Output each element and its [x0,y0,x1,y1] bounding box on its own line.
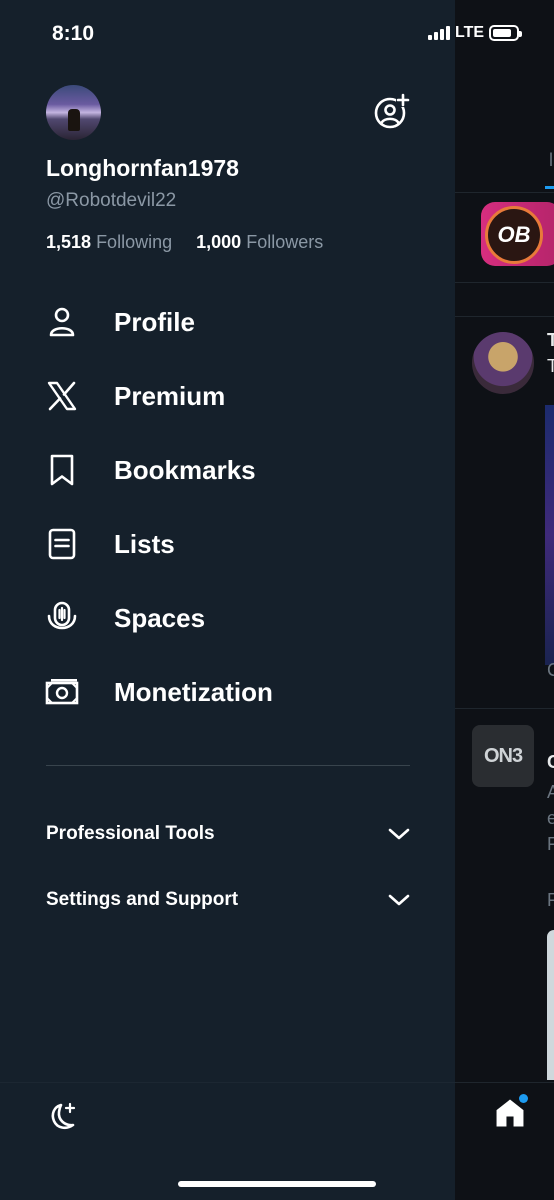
chevron-down-icon [388,828,410,840]
battery-icon [489,25,523,41]
menu-item-label: Monetization [114,676,273,707]
account-avatar[interactable] [46,85,101,140]
followers-count: 1,000 [196,232,242,252]
feed-post-author-fragment: T [547,330,554,350]
menu-item-lists[interactable]: Lists [44,519,424,569]
status-indicators: LTE [428,24,523,42]
feed-header-divider [455,192,554,193]
side-drawer: 8:10 LTE Longhornfan1978 @Robotdevil22 1… [0,0,523,1200]
feed-row-divider [455,708,554,709]
feed-post-media[interactable] [545,405,554,665]
section-settings-support[interactable]: Settings and Support [46,882,410,918]
feed-post-action-fragment: C [547,660,554,680]
home-indicator[interactable] [178,1181,376,1187]
notification-dot [519,1094,528,1103]
add-account-icon[interactable] [372,93,410,131]
feed-post-media[interactable] [547,930,554,1080]
chevron-down-icon [388,894,410,906]
menu-item-label: Profile [114,306,195,337]
menu-item-label: Spaces [114,602,206,633]
bookmark-icon [50,454,74,486]
signal-icon [428,26,450,40]
menu-item-spaces[interactable]: Spaces [44,593,424,643]
menu-item-label: Lists [114,528,175,559]
following-link[interactable]: 1,518 Following [46,232,177,252]
spaces-mic-icon [47,601,77,630]
menu-item-bookmarks[interactable]: Bookmarks [44,445,424,495]
list-icon [48,528,76,560]
following-count: 1,518 [46,232,92,252]
following-label: Following [96,232,173,252]
person-icon [49,307,75,337]
feed-post-avatar[interactable] [472,332,534,394]
moon-sparkle-icon[interactable] [46,1100,80,1134]
display-name[interactable]: Longhornfan1978 [46,155,239,182]
menu-item-premium[interactable]: Premium [44,371,424,421]
followers-link[interactable]: 1,000 Followers [196,232,323,252]
feed-post-text-fragment: F [547,834,554,854]
feed-promo-badge: OB [485,206,543,264]
follow-stats: 1,518 Following 1,000 Followers [46,232,323,253]
feed-post-text-fragment: A [547,782,554,802]
feed-tab-indicator [545,186,554,189]
section-label: Settings and Support [46,889,239,910]
money-icon [45,679,79,705]
feed-post-text-fragment: e [547,808,554,828]
feed-tab-fragment: l [549,150,553,170]
on3-logo-text: ON3 [483,744,523,767]
background-feed: l OB T T C ⟲ ON3 C A e F F [455,0,554,1200]
status-time: 8:10 [52,22,95,45]
menu-item-profile[interactable]: Profile [44,297,424,347]
menu-item-label: Premium [114,380,226,411]
x-logo-icon [47,381,77,411]
network-label: LTE [455,24,485,41]
followers-label: Followers [246,232,324,252]
menu-item-label: Bookmarks [114,454,256,485]
feed-post-text-fragment: T [547,356,554,376]
menu-divider [46,765,410,766]
menu-item-monetization[interactable]: Monetization [44,667,424,717]
account-handle: @Robotdevil22 [46,190,177,211]
feed-row-divider [455,316,554,317]
section-label: Professional Tools [46,823,215,844]
feed-post-text-fragment: F [547,890,554,910]
section-professional-tools[interactable]: Professional Tools [46,816,410,852]
feed-post-author-fragment: C [547,752,554,772]
feed-post-avatar-on3[interactable]: ON3 [472,725,534,787]
feed-row-divider [455,282,554,283]
